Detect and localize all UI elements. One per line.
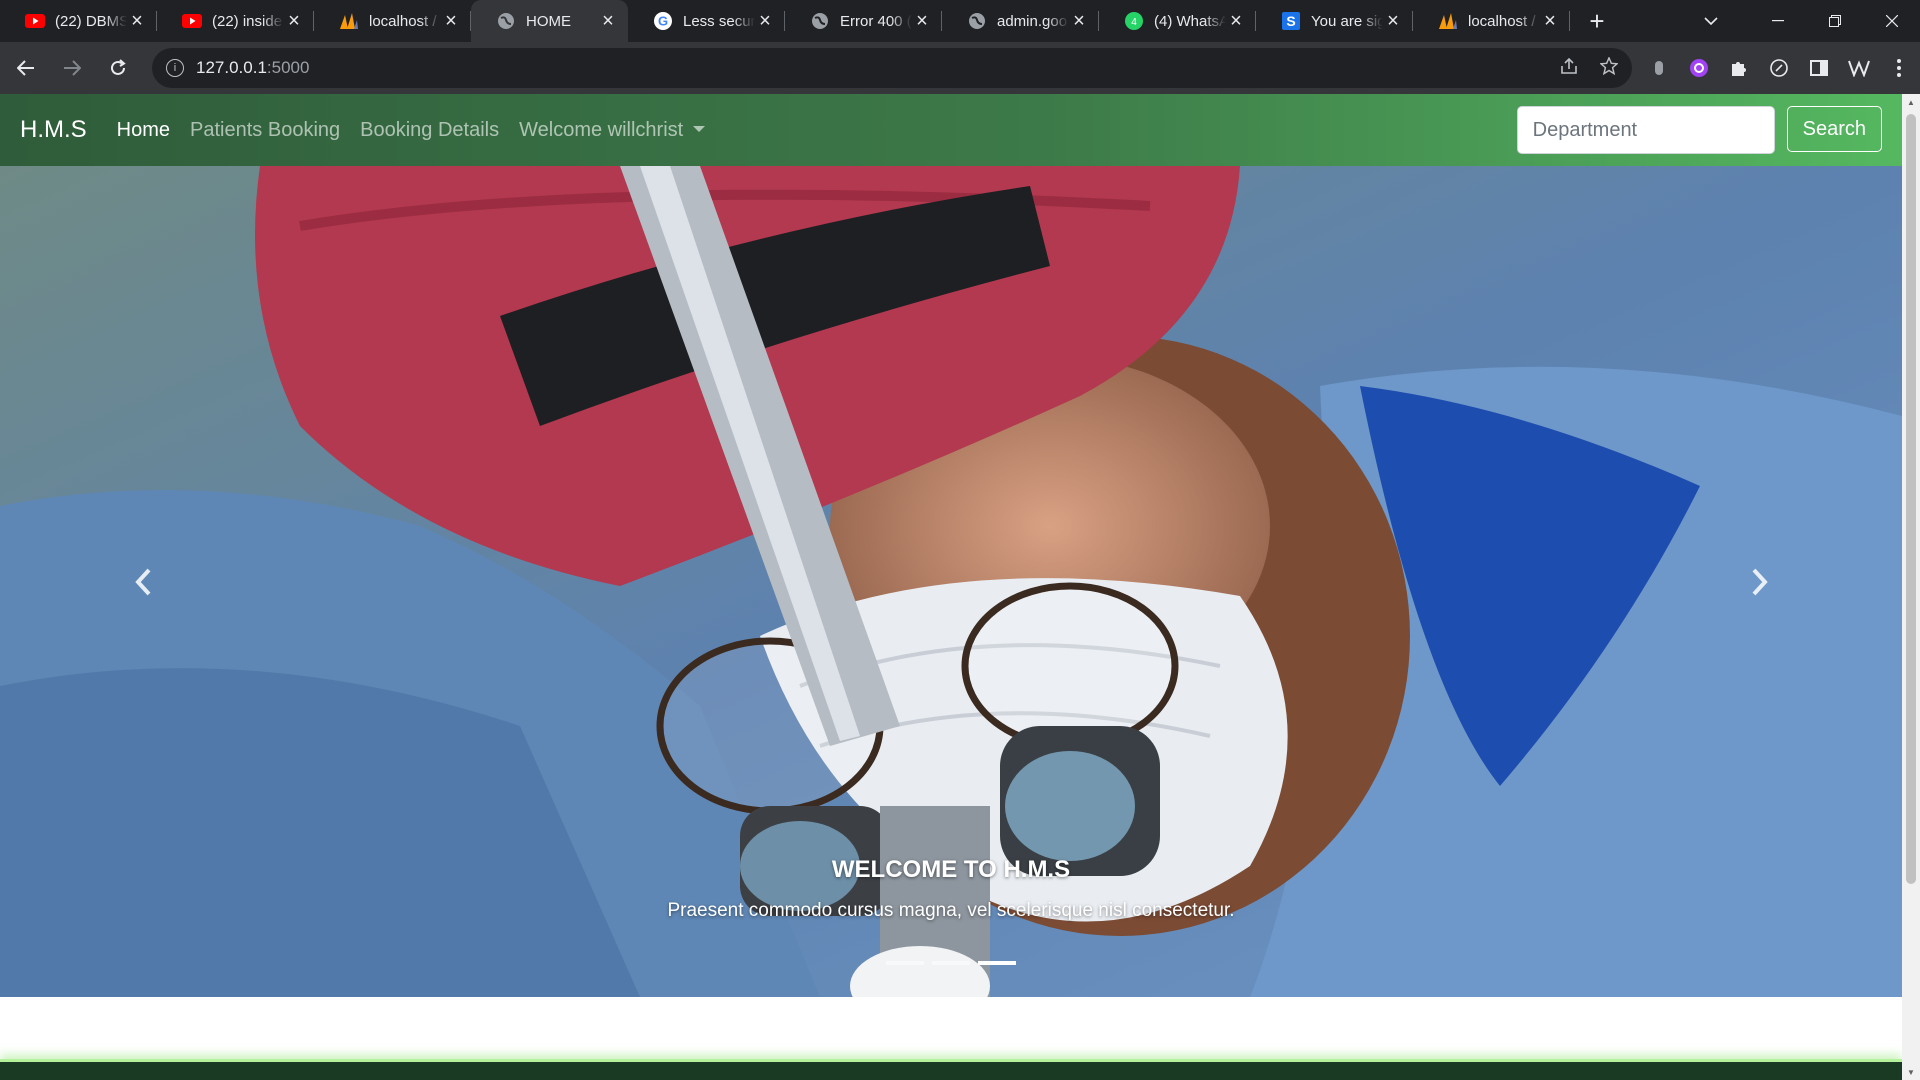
tab-title: (22) inside <box>212 12 283 30</box>
nav-link-patients-booking[interactable]: Patients Booking <box>190 119 340 142</box>
tab-title: Less secure <box>683 12 755 30</box>
close-tab-icon[interactable]: × <box>912 10 932 32</box>
tab-title: localhost / <box>1468 12 1536 30</box>
chevron-left-icon <box>134 568 150 595</box>
footer-strip <box>0 1059 1902 1080</box>
browser-tab[interactable]: admin.goo × <box>942 0 1099 42</box>
nav-link-home[interactable]: Home <box>117 119 170 142</box>
address-bar[interactable]: i 127.0.0.1:5000 <box>152 48 1632 88</box>
profile-icon[interactable] <box>1848 57 1870 79</box>
carousel-caption: WELCOME TO H.M.S Praesent commodo cursus… <box>0 856 1902 922</box>
close-tab-icon[interactable]: × <box>284 10 304 32</box>
carousel-indicator-2[interactable] <box>932 961 970 965</box>
window-controls <box>1749 0 1920 42</box>
carousel-indicators <box>0 961 1902 965</box>
puzzle-icon[interactable] <box>1728 57 1750 79</box>
extension-bar <box>1648 57 1910 79</box>
page-scrollbar[interactable]: ▲ ▼ <box>1902 94 1920 1080</box>
phpmyadmin-icon <box>339 11 359 31</box>
chevron-right-icon <box>1752 568 1768 595</box>
tab-title: (4) WhatsA <box>1154 12 1226 30</box>
google-icon: G <box>653 11 673 31</box>
url-port: :5000 <box>266 58 310 77</box>
user-dropdown-label: Welcome willchrist <box>519 118 684 141</box>
side-panel-icon[interactable] <box>1808 57 1830 79</box>
browser-tab[interactable]: Error 400 (I × <box>785 0 942 42</box>
close-tab-icon[interactable]: × <box>127 10 147 32</box>
url-host: 127.0.0.1 <box>196 58 267 77</box>
close-window-icon[interactable] <box>1863 0 1920 42</box>
search-button[interactable]: Search <box>1786 106 1882 152</box>
close-tab-icon[interactable]: × <box>1226 10 1246 32</box>
tab-title: You are sig <box>1311 12 1383 30</box>
carousel-indicator-3[interactable] <box>978 961 1016 965</box>
globe-icon <box>967 11 987 31</box>
site-navbar: H.M.S Home Patients Booking Booking Deta… <box>0 94 1902 166</box>
browser-toolbar: i 127.0.0.1:5000 <box>0 42 1920 94</box>
extension-purple-icon[interactable] <box>1688 57 1710 79</box>
tab-title: admin.goo <box>997 12 1068 30</box>
brand-logo[interactable]: H.M.S <box>20 116 87 144</box>
close-tab-icon[interactable]: × <box>441 10 461 32</box>
close-tab-icon[interactable]: × <box>1540 10 1560 32</box>
extension-icon[interactable] <box>1648 57 1670 79</box>
tab-search-icon[interactable] <box>1690 0 1732 42</box>
sync-icon[interactable] <box>1768 57 1790 79</box>
close-tab-icon[interactable]: × <box>598 10 618 32</box>
back-icon[interactable] <box>6 48 46 88</box>
whatsapp-icon: 4 <box>1124 11 1144 31</box>
caption-title: WELCOME TO H.M.S <box>831 856 1071 883</box>
share-icon[interactable] <box>1560 57 1578 80</box>
web-page: H.M.S Home Patients Booking Booking Deta… <box>0 94 1920 1080</box>
youtube-icon <box>182 11 202 31</box>
restore-icon[interactable] <box>1806 0 1863 42</box>
tab-title: localhost / <box>369 12 437 30</box>
close-tab-icon[interactable]: × <box>1383 10 1403 32</box>
browser-tab[interactable]: (22) DBMS × <box>0 0 157 42</box>
carousel-indicator-1[interactable] <box>886 961 924 965</box>
tab-title: HOME <box>526 12 571 30</box>
bookmark-star-icon[interactable] <box>1599 55 1619 80</box>
tab-title: Error 400 (I <box>840 12 912 30</box>
nav-link-booking-details[interactable]: Booking Details <box>360 119 499 142</box>
hero-carousel: WELCOME TO H.M.S Praesent commodo cursus… <box>0 166 1902 997</box>
browser-tab[interactable]: 4 (4) WhatsA × <box>1099 0 1256 42</box>
scroll-down-icon[interactable]: ▼ <box>1902 1064 1920 1080</box>
caret-down-icon <box>693 125 706 132</box>
svg-text:S: S <box>1286 13 1295 29</box>
globe-icon <box>496 11 516 31</box>
browser-tab[interactable]: (22) inside × <box>157 0 314 42</box>
youtube-icon <box>25 11 45 31</box>
tab-strip: (22) DBMS × (22) inside × localhost / × … <box>0 0 1920 42</box>
minimize-icon[interactable] <box>1749 0 1806 42</box>
user-dropdown[interactable]: Welcome willchrist <box>519 118 706 142</box>
close-tab-icon[interactable]: × <box>755 10 775 32</box>
browser-tab[interactable]: G Less secure × <box>628 0 785 42</box>
browser-tab-active[interactable]: HOME × <box>471 0 628 42</box>
browser-tab[interactable]: localhost / × <box>1413 0 1570 42</box>
scrollbar-thumb[interactable] <box>1906 114 1916 884</box>
browser-tab[interactable]: S You are sig × <box>1256 0 1413 42</box>
department-search-input[interactable] <box>1516 106 1775 154</box>
svg-text:4: 4 <box>1131 17 1137 28</box>
svg-text:G: G <box>658 14 668 29</box>
scroll-up-icon[interactable]: ▲ <box>1902 94 1920 110</box>
tab-title: (22) DBMS <box>55 12 127 30</box>
menu-kebab-icon[interactable] <box>1888 57 1910 79</box>
phpmyadmin-icon <box>1438 11 1458 31</box>
globe-icon <box>810 11 830 31</box>
site-info-icon[interactable]: i <box>166 59 184 77</box>
forward-icon[interactable] <box>52 48 92 88</box>
close-tab-icon[interactable]: × <box>1069 10 1089 32</box>
s-icon: S <box>1281 11 1301 31</box>
caption-text: Praesent commodo cursus magna, vel scele… <box>667 900 1235 921</box>
search-form: Search <box>1516 106 1882 154</box>
new-tab-icon[interactable]: + <box>1576 0 1618 42</box>
reload-icon[interactable] <box>98 48 138 88</box>
browser-tab[interactable]: localhost / × <box>314 0 471 42</box>
